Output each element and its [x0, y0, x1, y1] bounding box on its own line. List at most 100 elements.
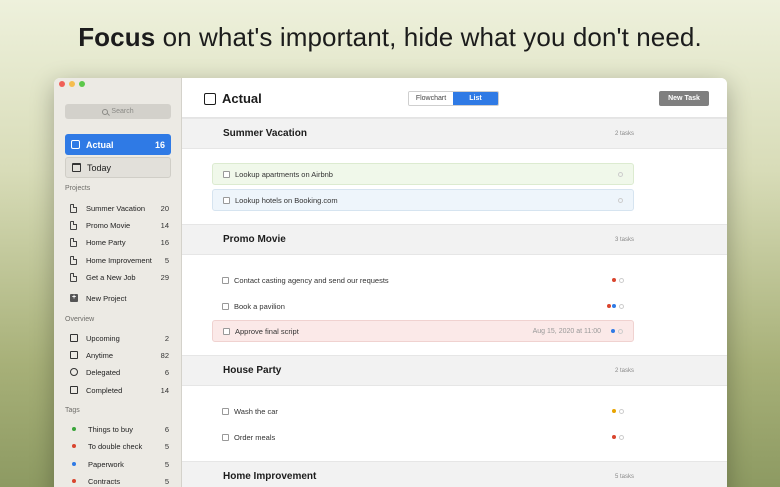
calendar-icon [70, 334, 78, 342]
plus-icon: + [70, 294, 78, 302]
sidebar-project-item[interactable]: Home Party 16 [67, 235, 169, 249]
sidebar-project-item[interactable]: Summer Vacation 20 [67, 201, 169, 215]
document-icon [70, 203, 77, 213]
group-header[interactable]: House Party 2 tasks [182, 355, 727, 386]
sidebar-item-label: Today [87, 162, 112, 173]
task-due-date: Aug 15, 2020 at 11:00 [532, 327, 601, 335]
sidebar-project-item[interactable]: Get a New Job 29 [67, 270, 169, 284]
tag-dot-icon [72, 479, 76, 483]
new-project-label: New Project [86, 293, 127, 303]
sidebar: Search Actual 16 Today Projects Summer V… [54, 78, 182, 487]
search-placeholder: Search [111, 108, 134, 115]
status-ring-icon [618, 328, 623, 334]
project-label: Home Improvement [86, 255, 152, 265]
tag-label: Things to buy [88, 424, 134, 434]
tag-dot-icon [607, 304, 611, 308]
overview-count: 14 [160, 385, 169, 395]
status-ring-icon [619, 434, 624, 440]
sidebar-tag-item[interactable]: To double check 5 [67, 439, 169, 453]
tag-dot-icon [612, 304, 616, 308]
zoom-window-button[interactable] [79, 81, 85, 87]
project-label: Summer Vacation [86, 203, 146, 213]
group-header[interactable]: Promo Movie 3 tasks [182, 224, 727, 255]
task-title: Lookup hotels on Booking.com [235, 195, 338, 205]
task-title: Order meals [234, 432, 276, 442]
status-ring-icon [619, 277, 624, 283]
calendar-icon [72, 163, 81, 172]
task-checkbox[interactable] [222, 433, 229, 441]
tag-dot-icon [72, 444, 76, 448]
person-icon [70, 368, 78, 376]
page-title-text: Actual [222, 91, 262, 106]
sidebar-item-upcoming[interactable]: Upcoming 2 [67, 331, 169, 345]
group-header[interactable]: Summer Vacation 2 tasks [182, 118, 727, 149]
checkbox-icon [70, 386, 78, 394]
sidebar-item-actual[interactable]: Actual 16 [65, 134, 171, 155]
task-checkbox[interactable] [223, 327, 230, 335]
sidebar-tag-item[interactable]: Contracts 5 [67, 474, 169, 487]
task-row[interactable]: Book a pavilion [212, 295, 634, 317]
task-checkbox[interactable] [223, 196, 230, 204]
group-count: 2 tasks [614, 131, 634, 137]
task-checkbox[interactable] [222, 276, 229, 284]
task-row[interactable]: Approve final script Aug 15, 2020 at 11:… [212, 320, 634, 342]
headline-bold: Focus [78, 22, 156, 52]
task-markers [611, 328, 623, 334]
sidebar-item-today[interactable]: Today [65, 157, 171, 178]
project-count: 29 [160, 272, 169, 282]
sidebar-item-count: 16 [154, 139, 165, 150]
task-title: Book a pavilion [234, 301, 285, 311]
task-title: Contact casting agency and send our requ… [234, 275, 389, 285]
new-project-button[interactable]: + New Project [67, 291, 169, 305]
search-input[interactable]: Search [65, 104, 171, 119]
sidebar-tag-item[interactable]: Paperwork 5 [67, 457, 169, 471]
sidebar-project-item[interactable]: Promo Movie 14 [67, 218, 169, 232]
headline-rest: on what's important, hide what you don't… [155, 22, 702, 52]
tag-dot-icon [612, 278, 616, 282]
sidebar-project-item[interactable]: Home Improvement 5 [67, 253, 169, 267]
overview-label: Upcoming [86, 333, 120, 343]
task-markers [618, 197, 623, 203]
projects-section-title: Projects [65, 185, 91, 192]
window-controls [59, 81, 85, 87]
document-icon [70, 272, 77, 282]
tab-flowchart[interactable]: Flowchart [409, 92, 453, 105]
status-ring-icon [619, 408, 624, 414]
group-count: 3 tasks [614, 237, 634, 243]
sidebar-item-completed[interactable]: Completed 14 [67, 383, 169, 397]
sidebar-item-delegated[interactable]: Delegated 6 [67, 365, 169, 379]
tag-label: Paperwork [88, 459, 124, 469]
project-label: Promo Movie [86, 220, 131, 230]
search-icon [102, 108, 109, 115]
task-title: Wash the car [234, 406, 278, 416]
sidebar-tag-item[interactable]: Things to buy 6 [67, 422, 169, 436]
group-header[interactable]: Home Improvement 5 tasks [182, 461, 727, 487]
task-checkbox[interactable] [222, 302, 229, 310]
overview-label: Anytime [86, 350, 114, 360]
task-row[interactable]: Lookup apartments on Airbnb [212, 163, 634, 185]
task-title: Lookup apartments on Airbnb [235, 169, 333, 179]
task-checkbox[interactable] [222, 407, 229, 415]
group-name: Promo Movie [223, 234, 286, 245]
overview-section-title: Overview [65, 316, 95, 323]
task-markers [612, 434, 624, 440]
task-markers [612, 277, 624, 283]
task-row[interactable]: Order meals [212, 426, 634, 448]
task-checkbox[interactable] [223, 170, 230, 178]
project-count: 14 [160, 220, 169, 230]
task-row[interactable]: Contact casting agency and send our requ… [212, 269, 634, 291]
new-task-button[interactable]: New Task [659, 91, 709, 106]
task-row[interactable]: Lookup hotels on Booking.com [212, 189, 634, 211]
minimize-window-button[interactable] [69, 81, 75, 87]
tab-list[interactable]: List [453, 92, 498, 105]
sidebar-item-anytime[interactable]: Anytime 82 [67, 348, 169, 362]
close-window-button[interactable] [59, 81, 65, 87]
tag-dot-icon [611, 329, 615, 333]
task-title: Approve final script [235, 326, 299, 336]
group-count: 2 tasks [614, 368, 634, 374]
tag-dot-icon [72, 462, 76, 466]
headline: Focus on what's important, hide what you… [0, 22, 780, 53]
project-label: Get a New Job [86, 272, 136, 282]
task-row[interactable]: Wash the car [212, 400, 634, 422]
tag-count: 6 [164, 424, 169, 434]
